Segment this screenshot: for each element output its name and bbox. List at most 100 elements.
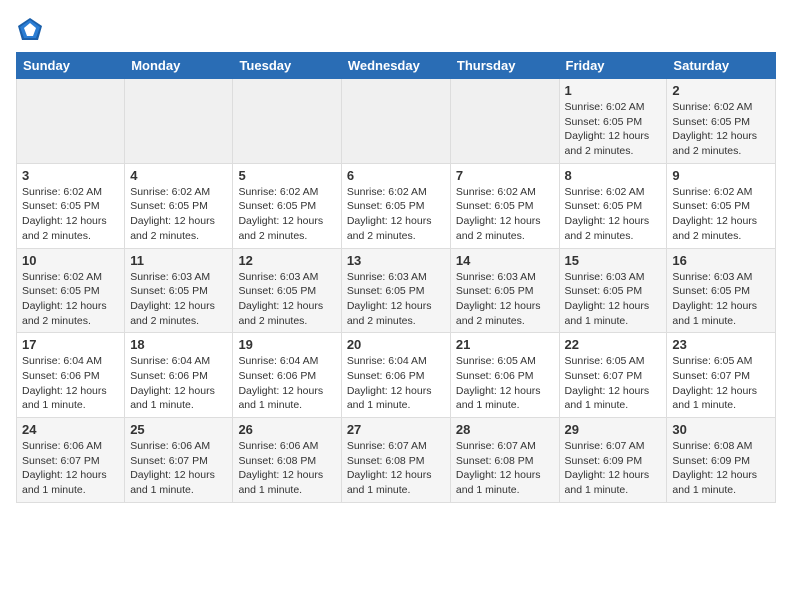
calendar-cell: 13 Sunrise: 6:03 AM Sunset: 6:05 PM Dayli… xyxy=(341,248,450,333)
calendar-day-header: Monday xyxy=(125,53,233,79)
calendar-cell: 1 Sunrise: 6:02 AM Sunset: 6:05 PM Daylig… xyxy=(559,79,667,164)
calendar-week-row: 1 Sunrise: 6:02 AM Sunset: 6:05 PM Daylig… xyxy=(17,79,776,164)
day-info: Sunrise: 6:05 AM Sunset: 6:06 PM Dayligh… xyxy=(456,354,554,413)
day-info: Sunrise: 6:04 AM Sunset: 6:06 PM Dayligh… xyxy=(22,354,119,413)
calendar-day-header: Thursday xyxy=(450,53,559,79)
calendar-cell: 5 Sunrise: 6:02 AM Sunset: 6:05 PM Daylig… xyxy=(233,163,341,248)
day-number: 24 xyxy=(22,422,119,437)
day-number: 12 xyxy=(238,253,335,268)
day-number: 28 xyxy=(456,422,554,437)
calendar-cell: 26 Sunrise: 6:06 AM Sunset: 6:08 PM Dayli… xyxy=(233,418,341,503)
day-number: 25 xyxy=(130,422,227,437)
calendar-cell xyxy=(125,79,233,164)
logo xyxy=(16,16,48,44)
calendar-cell: 24 Sunrise: 6:06 AM Sunset: 6:07 PM Dayli… xyxy=(17,418,125,503)
calendar-cell: 2 Sunrise: 6:02 AM Sunset: 6:05 PM Daylig… xyxy=(667,79,776,164)
calendar-cell xyxy=(450,79,559,164)
day-info: Sunrise: 6:06 AM Sunset: 6:08 PM Dayligh… xyxy=(238,439,335,498)
calendar-cell: 10 Sunrise: 6:02 AM Sunset: 6:05 PM Dayli… xyxy=(17,248,125,333)
day-info: Sunrise: 6:04 AM Sunset: 6:06 PM Dayligh… xyxy=(347,354,445,413)
day-info: Sunrise: 6:07 AM Sunset: 6:08 PM Dayligh… xyxy=(456,439,554,498)
calendar-cell: 3Sunrise: 6:02 AM Sunset: 6:05 PM Daylig… xyxy=(17,163,125,248)
day-number: 16 xyxy=(672,253,770,268)
day-number: 13 xyxy=(347,253,445,268)
day-info: Sunrise: 6:02 AM Sunset: 6:05 PM Dayligh… xyxy=(672,100,770,159)
day-info: Sunrise: 6:02 AM Sunset: 6:05 PM Dayligh… xyxy=(565,100,662,159)
day-info: Sunrise: 6:03 AM Sunset: 6:05 PM Dayligh… xyxy=(565,270,662,329)
day-info: Sunrise: 6:03 AM Sunset: 6:05 PM Dayligh… xyxy=(672,270,770,329)
calendar-day-header: Saturday xyxy=(667,53,776,79)
day-number: 1 xyxy=(565,83,662,98)
day-info: Sunrise: 6:03 AM Sunset: 6:05 PM Dayligh… xyxy=(456,270,554,329)
calendar-cell: 16 Sunrise: 6:03 AM Sunset: 6:05 PM Dayli… xyxy=(667,248,776,333)
calendar-day-header: Sunday xyxy=(17,53,125,79)
day-info: Sunrise: 6:05 AM Sunset: 6:07 PM Dayligh… xyxy=(672,354,770,413)
day-info: Sunrise: 6:03 AM Sunset: 6:05 PM Dayligh… xyxy=(130,270,227,329)
day-info: Sunrise: 6:02 AM Sunset: 6:05 PM Dayligh… xyxy=(22,270,119,329)
day-info: Sunrise: 6:05 AM Sunset: 6:07 PM Dayligh… xyxy=(565,354,662,413)
calendar-cell xyxy=(341,79,450,164)
calendar-cell: 15 Sunrise: 6:03 AM Sunset: 6:05 PM Dayli… xyxy=(559,248,667,333)
day-number: 5 xyxy=(238,168,335,183)
day-number: 22 xyxy=(565,337,662,352)
calendar-cell: 23 Sunrise: 6:05 AM Sunset: 6:07 PM Dayli… xyxy=(667,333,776,418)
day-number: 21 xyxy=(456,337,554,352)
calendar-week-row: 17 Sunrise: 6:04 AM Sunset: 6:06 PM Dayli… xyxy=(17,333,776,418)
calendar-day-header: Tuesday xyxy=(233,53,341,79)
calendar-day-header: Friday xyxy=(559,53,667,79)
day-number: 29 xyxy=(565,422,662,437)
day-info: Sunrise: 6:06 AM Sunset: 6:07 PM Dayligh… xyxy=(130,439,227,498)
day-number: 8 xyxy=(565,168,662,183)
day-info: Sunrise: 6:03 AM Sunset: 6:05 PM Dayligh… xyxy=(347,270,445,329)
day-number: 17 xyxy=(22,337,119,352)
day-number: 10 xyxy=(22,253,119,268)
calendar-header-row: SundayMondayTuesdayWednesdayThursdayFrid… xyxy=(17,53,776,79)
calendar-cell: 27 Sunrise: 6:07 AM Sunset: 6:08 PM Dayli… xyxy=(341,418,450,503)
day-number: 3 xyxy=(22,168,119,183)
day-info: Sunrise: 6:07 AM Sunset: 6:08 PM Dayligh… xyxy=(347,439,445,498)
calendar-cell: 19 Sunrise: 6:04 AM Sunset: 6:06 PM Dayli… xyxy=(233,333,341,418)
day-number: 2 xyxy=(672,83,770,98)
calendar-cell: 4 Sunrise: 6:02 AM Sunset: 6:05 PM Daylig… xyxy=(125,163,233,248)
day-info: Sunrise: 6:02 AM Sunset: 6:05 PM Dayligh… xyxy=(130,185,227,244)
calendar-cell: 6Sunrise: 6:02 AM Sunset: 6:05 PM Daylig… xyxy=(341,163,450,248)
day-info: Sunrise: 6:08 AM Sunset: 6:09 PM Dayligh… xyxy=(672,439,770,498)
day-number: 14 xyxy=(456,253,554,268)
day-number: 19 xyxy=(238,337,335,352)
day-info: Sunrise: 6:04 AM Sunset: 6:06 PM Dayligh… xyxy=(130,354,227,413)
calendar-cell: 22 Sunrise: 6:05 AM Sunset: 6:07 PM Dayli… xyxy=(559,333,667,418)
calendar-cell xyxy=(17,79,125,164)
day-number: 11 xyxy=(130,253,227,268)
day-info: Sunrise: 6:02 AM Sunset: 6:05 PM Dayligh… xyxy=(238,185,335,244)
day-info: Sunrise: 6:04 AM Sunset: 6:06 PM Dayligh… xyxy=(238,354,335,413)
day-number: 23 xyxy=(672,337,770,352)
day-number: 20 xyxy=(347,337,445,352)
day-number: 27 xyxy=(347,422,445,437)
page-header xyxy=(16,16,776,44)
day-number: 7 xyxy=(456,168,554,183)
day-number: 4 xyxy=(130,168,227,183)
calendar-cell: 12Sunrise: 6:03 AM Sunset: 6:05 PM Dayli… xyxy=(233,248,341,333)
calendar-table: SundayMondayTuesdayWednesdayThursdayFrid… xyxy=(16,52,776,503)
day-number: 30 xyxy=(672,422,770,437)
calendar-cell: 29 Sunrise: 6:07 AM Sunset: 6:09 PM Dayli… xyxy=(559,418,667,503)
calendar-cell: 9Sunrise: 6:02 AM Sunset: 6:05 PM Daylig… xyxy=(667,163,776,248)
calendar-week-row: 10 Sunrise: 6:02 AM Sunset: 6:05 PM Dayli… xyxy=(17,248,776,333)
day-info: Sunrise: 6:02 AM Sunset: 6:05 PM Dayligh… xyxy=(565,185,662,244)
calendar-week-row: 3 Sunrise: 6:02 AM Sunset: 6:05 PM Daylig… xyxy=(17,163,776,248)
calendar-cell: 7Sunrise: 6:02 AM Sunset: 6:05 PM Daylig… xyxy=(450,163,559,248)
calendar-cell: 14 Sunrise: 6:03 AM Sunset: 6:05 PM Dayli… xyxy=(450,248,559,333)
calendar-cell: 11 Sunrise: 6:03 AM Sunset: 6:05 PM Dayli… xyxy=(125,248,233,333)
day-info: Sunrise: 6:06 AM Sunset: 6:07 PM Dayligh… xyxy=(22,439,119,498)
day-info: Sunrise: 6:07 AM Sunset: 6:09 PM Dayligh… xyxy=(565,439,662,498)
calendar-cell: 20 Sunrise: 6:04 AM Sunset: 6:06 PM Dayli… xyxy=(341,333,450,418)
day-number: 18 xyxy=(130,337,227,352)
day-number: 26 xyxy=(238,422,335,437)
day-info: Sunrise: 6:02 AM Sunset: 6:05 PM Dayligh… xyxy=(672,185,770,244)
day-info: Sunrise: 6:02 AM Sunset: 6:05 PM Dayligh… xyxy=(347,185,445,244)
calendar-cell: 28 Sunrise: 6:07 AM Sunset: 6:08 PM Dayli… xyxy=(450,418,559,503)
day-number: 15 xyxy=(565,253,662,268)
calendar-cell: 30 Sunrise: 6:08 AM Sunset: 6:09 PM Dayli… xyxy=(667,418,776,503)
calendar-cell: 8 Sunrise: 6:02 AM Sunset: 6:05 PM Daylig… xyxy=(559,163,667,248)
calendar-cell: 17 Sunrise: 6:04 AM Sunset: 6:06 PM Dayli… xyxy=(17,333,125,418)
